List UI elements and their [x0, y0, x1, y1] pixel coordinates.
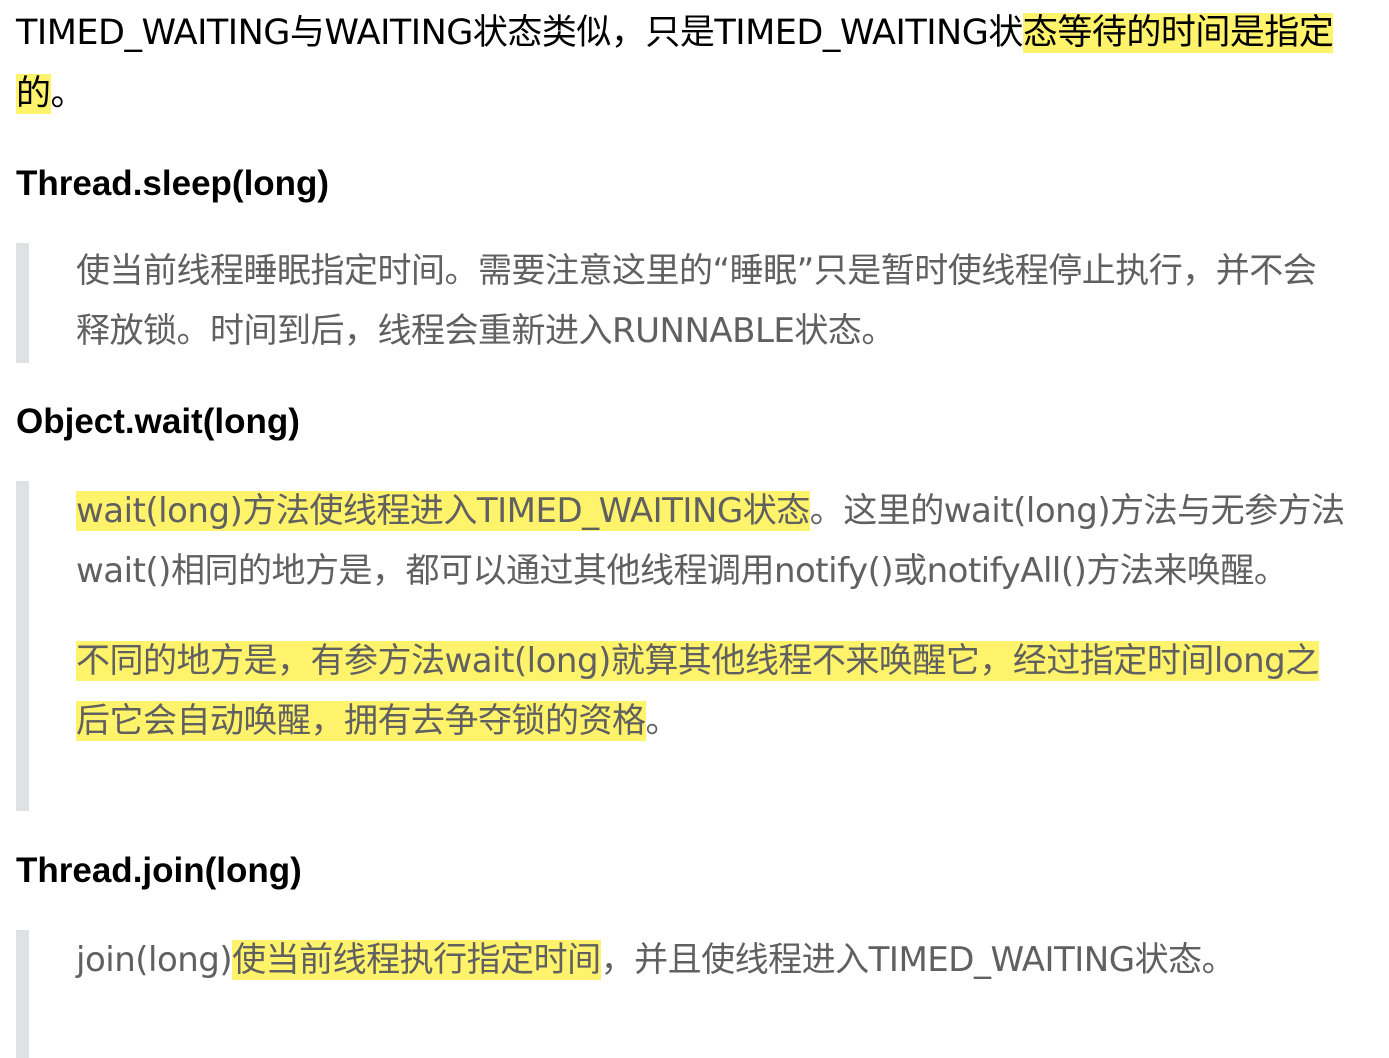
quote-highlight-wait-2: 不同的地方是，有参方法wait(long)就算其他线程不来唤醒它，经过指定时间l…	[76, 641, 1319, 741]
quote-lead-join: join(long)	[76, 940, 233, 980]
quote-paragraph-join: join(long)使当前线程执行指定时间，并且使线程进入TIMED_WAITI…	[76, 930, 1346, 990]
blockquote-sleep: 使当前线程睡眠指定时间。需要注意这里的“睡眠”只是暂时使线程停止执行，并不会释放…	[16, 243, 1346, 363]
section-heading-join: Thread.join(long)	[16, 851, 302, 890]
intro-paragraph: TIMED_WAITING与WAITING状态类似，只是TIMED_WAITIN…	[16, 3, 1381, 125]
quote-highlight-join: 使当前线程执行指定时间	[232, 940, 601, 980]
section-heading-sleep: Thread.sleep(long)	[16, 164, 330, 203]
article-body: TIMED_WAITING与WAITING状态类似，只是TIMED_WAITIN…	[0, 0, 1389, 1058]
blockquote-wait: wait(long)方法使线程进入TIMED_WAITING状态。这里的wait…	[16, 481, 1346, 811]
quote-text-sleep: 使当前线程睡眠指定时间。需要注意这里的“睡眠”只是暂时使线程停止执行，并不会释放…	[76, 251, 1317, 351]
quote-paragraph-wait-2: 不同的地方是，有参方法wait(long)就算其他线程不来唤醒它，经过指定时间l…	[76, 631, 1346, 751]
quote-text-wait-2: 。	[645, 701, 680, 741]
intro-text: TIMED_WAITING与WAITING状态类似，只是TIMED_WAITIN…	[16, 13, 1023, 53]
blockquote-join: join(long)使当前线程执行指定时间，并且使线程进入TIMED_WAITI…	[16, 930, 1346, 1058]
quote-highlight-wait-1: wait(long)方法使线程进入TIMED_WAITING状态	[76, 491, 810, 531]
quote-text-join: ，并且使线程进入TIMED_WAITING状态。	[600, 940, 1236, 980]
intro-text-end: 。	[50, 74, 86, 114]
section-heading-wait: Object.wait(long)	[16, 402, 300, 441]
quote-paragraph-wait-1: wait(long)方法使线程进入TIMED_WAITING状态。这里的wait…	[76, 481, 1346, 601]
